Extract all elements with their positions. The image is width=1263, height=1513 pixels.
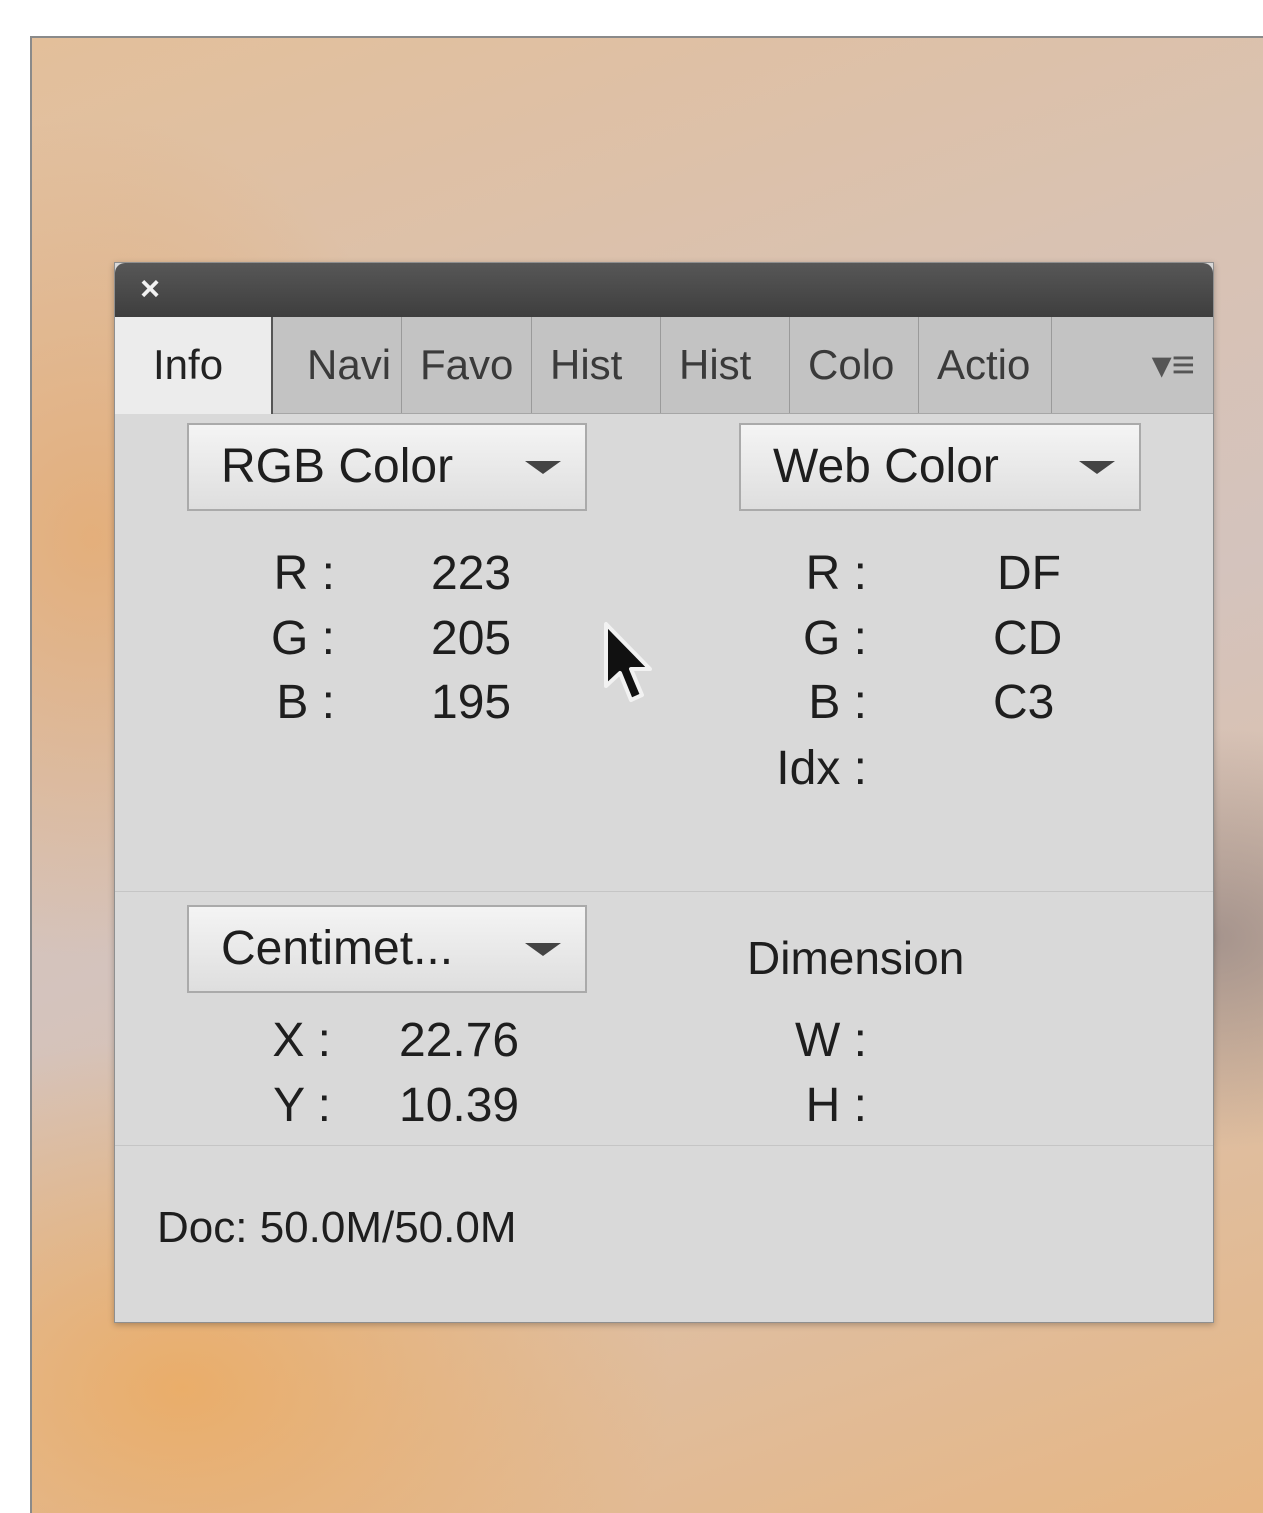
- chevron-down-icon: [525, 943, 561, 956]
- web-b-label: B :: [808, 676, 867, 729]
- tab-info[interactable]: Info: [115, 317, 273, 414]
- rgb-r-value: 223: [431, 547, 512, 600]
- tab-color[interactable]: Colo: [790, 317, 919, 413]
- x-label: X :: [272, 1014, 331, 1067]
- w-label: W :: [795, 1014, 867, 1067]
- mouse-pointer-icon: [604, 622, 652, 702]
- rgb-b-label: B :: [276, 676, 335, 729]
- tab-actions[interactable]: Actio: [919, 317, 1052, 413]
- info-panel: × Info Navi Favo Hist Hist Colo Actio ▾≡…: [114, 262, 1214, 1323]
- panel-menu-icon[interactable]: ▾≡: [1152, 317, 1195, 413]
- tab-navigator[interactable]: Navi: [273, 317, 402, 413]
- panel-titlebar[interactable]: ×: [115, 263, 1213, 317]
- close-icon[interactable]: ×: [135, 272, 165, 306]
- color-mode-1-label: RGB Color: [221, 440, 454, 493]
- panel-tab-bar: Info Navi Favo Hist Hist Colo Actio: [115, 317, 1213, 414]
- section-divider: [115, 1145, 1213, 1146]
- chevron-down-icon: [525, 461, 561, 474]
- x-value: 22.76: [399, 1014, 520, 1067]
- rgb-b-value: 195: [431, 676, 512, 729]
- web-r-label: R :: [805, 547, 867, 600]
- y-label: Y :: [273, 1079, 331, 1132]
- web-r-value: DF: [997, 547, 1061, 600]
- h-label: H :: [805, 1079, 867, 1132]
- rgb-g-value: 205: [431, 612, 512, 665]
- section-divider: [115, 891, 1213, 892]
- web-idx-label: Idx :: [776, 742, 867, 795]
- y-value: 10.39: [399, 1079, 520, 1132]
- color-mode-2-label: Web Color: [773, 440, 999, 493]
- unit-label: Centimet...: [221, 922, 454, 975]
- chevron-down-icon: [1079, 461, 1115, 474]
- web-g-value: CD: [993, 612, 1063, 665]
- doc-size-status: Doc: 50.0M/50.0M: [157, 1203, 517, 1252]
- color-mode-dropdown-2[interactable]: Web Color: [739, 423, 1141, 511]
- color-mode-dropdown-1[interactable]: RGB Color: [187, 423, 587, 511]
- dimension-heading: Dimension: [747, 932, 965, 984]
- tab-favorites[interactable]: Favo: [402, 317, 532, 413]
- web-b-value: C3: [993, 676, 1055, 729]
- tab-histogram[interactable]: Hist: [661, 317, 790, 413]
- web-g-label: G :: [802, 612, 867, 665]
- unit-dropdown[interactable]: Centimet...: [187, 905, 587, 993]
- rgb-g-label: G :: [270, 612, 335, 665]
- rgb-r-label: R :: [273, 547, 335, 600]
- tab-history[interactable]: Hist: [532, 317, 661, 413]
